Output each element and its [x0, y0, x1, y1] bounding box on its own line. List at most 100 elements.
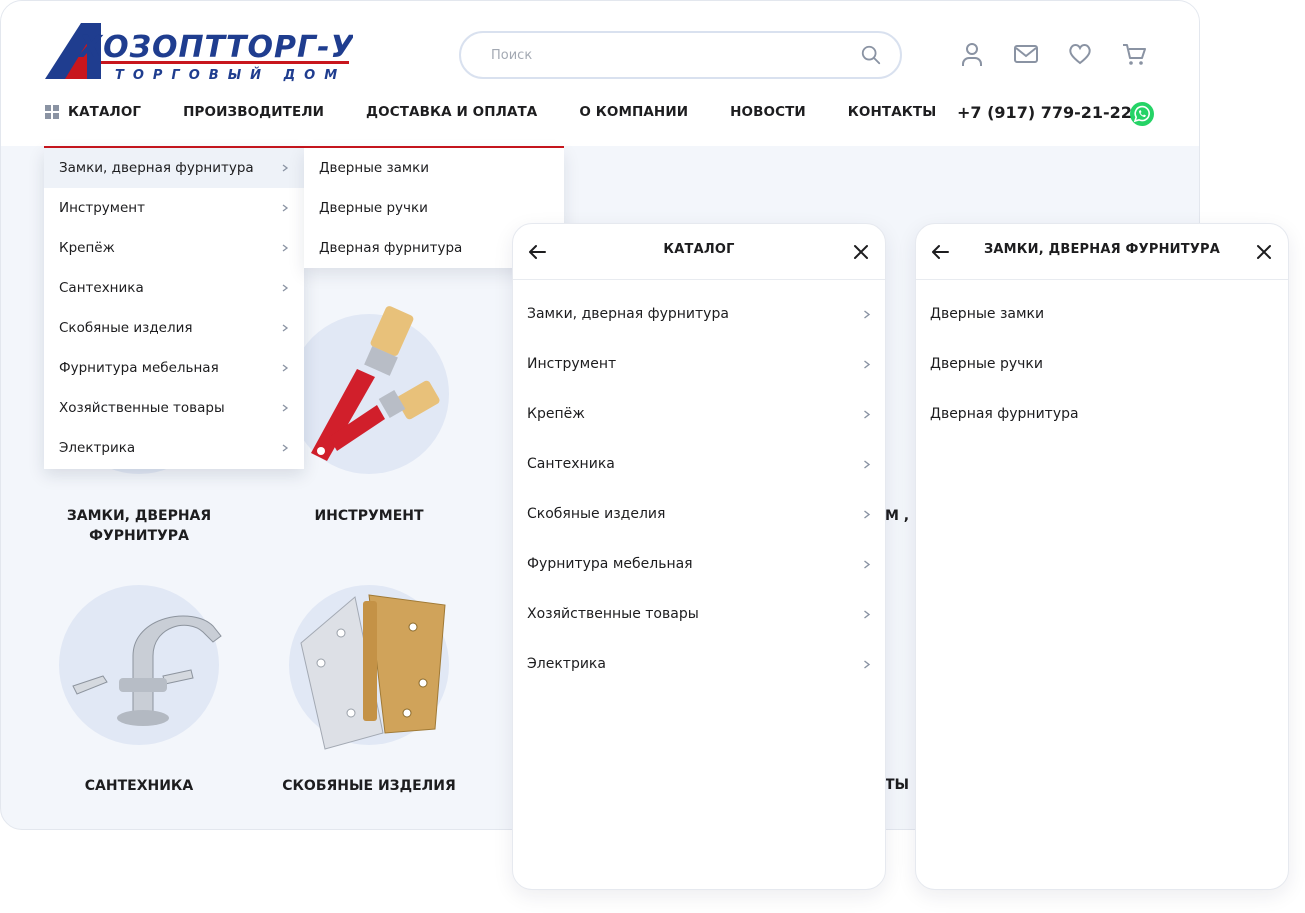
nav-label: КАТАЛОГ	[68, 104, 142, 120]
logo-image: ХОЗОПТТОРГ-УФА ТОРГОВЫЙ ДОМ	[45, 23, 353, 83]
panel-title: ЗАМКИ, ДВЕРНАЯ ФУРНИТУРА	[983, 242, 1221, 257]
panel-item-household[interactable]: Хозяйственные товары	[513, 589, 885, 639]
nav-item-contacts[interactable]: КОНТАКТЫ	[848, 104, 937, 120]
dropdown-item-hardware[interactable]: Скобяные изделия	[44, 308, 304, 348]
panel-sub-item[interactable]: Дверные ручки	[916, 339, 1288, 389]
search-input[interactable]	[491, 45, 851, 65]
panel-item-electrical[interactable]: Электрика	[513, 639, 885, 689]
panel-subcategory-list: Дверные замки Дверные ручки Дверная фурн…	[916, 289, 1288, 439]
category-label-tools[interactable]: ИНСТРУМЕНТ	[271, 506, 467, 526]
heart-icon[interactable]	[1067, 41, 1093, 67]
dropdown-item-label: Скобяные изделия	[59, 320, 193, 336]
chevron-right-icon	[282, 244, 289, 252]
panel-item-hardware[interactable]: Скобяные изделия	[513, 489, 885, 539]
category-label-partial: ТЫ	[885, 777, 910, 793]
dropdown-category-list: Замки, дверная фурнитура Инструмент Креп…	[44, 148, 304, 469]
dropdown-item-label: Сантехника	[59, 280, 144, 296]
dropdown-item-plumbing[interactable]: Сантехника	[44, 268, 304, 308]
main-nav: КАТАЛОГ ПРОИЗВОДИТЕЛИ ДОСТАВКА И ОПЛАТА …	[45, 104, 978, 120]
panel-item-label: Электрика	[527, 656, 606, 672]
chevron-right-icon	[864, 609, 871, 619]
panel-item-label: Хозяйственные товары	[527, 606, 699, 622]
panel-item-locks[interactable]: Замки, дверная фурнитура	[513, 289, 885, 339]
dropdown-item-label: Электрика	[59, 440, 136, 456]
panel-item-label: Скобяные изделия	[527, 506, 666, 522]
panel-item-plumbing[interactable]: Сантехника	[513, 439, 885, 489]
svg-text:ТОРГОВЫЙ ДОМ: ТОРГОВЫЙ ДОМ	[115, 67, 346, 83]
nav-item-news[interactable]: НОВОСТИ	[730, 104, 806, 120]
dropdown-item-electrical[interactable]: Электрика	[44, 428, 304, 468]
close-icon[interactable]	[1254, 242, 1274, 262]
dropdown-item-label: Крепёж	[59, 240, 115, 256]
dropdown-item-label: Фурнитура мебельная	[59, 360, 219, 376]
panel-item-label: Фурнитура мебельная	[527, 556, 693, 572]
dropdown-item-household[interactable]: Хозяйственные товары	[44, 388, 304, 428]
panel-header: ЗАМКИ, ДВЕРНАЯ ФУРНИТУРА	[916, 224, 1288, 280]
svg-text:ХОЗОПТТОРГ-УФА: ХОЗОПТТОРГ-УФА	[77, 30, 353, 65]
mobile-subcategory-panel: ЗАМКИ, ДВЕРНАЯ ФУРНИТУРА Дверные замки Д…	[915, 223, 1289, 890]
close-icon[interactable]	[851, 242, 871, 262]
site-header: ХОЗОПТТОРГ-УФА ТОРГОВЫЙ ДОМ	[1, 1, 1199, 146]
header-icons	[959, 41, 1147, 67]
mail-icon[interactable]	[1013, 41, 1039, 67]
panel-item-tools[interactable]: Инструмент	[513, 339, 885, 389]
dropdown-sub-item[interactable]: Дверные ручки	[304, 188, 564, 228]
nav-item-manufacturers[interactable]: ПРОИЗВОДИТЕЛИ	[183, 104, 324, 120]
dropdown-item-furniture[interactable]: Фурнитура мебельная	[44, 348, 304, 388]
hinge-image	[300, 594, 446, 750]
faucet-image	[72, 615, 222, 726]
logo[interactable]: ХОЗОПТТОРГ-УФА ТОРГОВЫЙ ДОМ	[43, 21, 353, 83]
mobile-catalog-panel: КАТАЛОГ Замки, дверная фурнитура Инструм…	[512, 223, 886, 890]
chevron-right-icon	[864, 309, 871, 319]
chevron-right-icon	[282, 404, 289, 412]
panel-item-fasteners[interactable]: Крепёж	[513, 389, 885, 439]
panel-item-label: Замки, дверная фурнитура	[527, 306, 729, 322]
category-label-line: ЗАМКИ, ДВЕРНАЯ	[66, 508, 212, 524]
chevron-right-icon	[864, 509, 871, 519]
chevron-right-icon	[282, 364, 289, 372]
chevron-right-icon	[864, 459, 871, 469]
nav-item-catalog[interactable]: КАТАЛОГ	[45, 104, 141, 120]
nav-item-about[interactable]: О КОМПАНИИ	[579, 104, 688, 120]
panel-sub-item[interactable]: Дверные замки	[916, 289, 1288, 339]
chevron-right-icon	[282, 164, 289, 172]
panel-sub-item[interactable]: Дверная фурнитура	[916, 389, 1288, 439]
chevron-right-icon	[282, 324, 289, 332]
chevron-right-icon	[864, 409, 871, 419]
panel-header: КАТАЛОГ	[513, 224, 885, 280]
chevron-right-icon	[864, 659, 871, 669]
search-bar	[459, 31, 902, 79]
chevron-right-icon	[864, 559, 871, 569]
category-label-locks[interactable]: ЗАМКИ, ДВЕРНАЯ ФУРНИТУРА	[41, 506, 237, 546]
user-icon[interactable]	[959, 41, 985, 67]
dropdown-item-label: Хозяйственные товары	[59, 400, 225, 416]
panel-item-label: Инструмент	[527, 356, 617, 372]
catalog-dropdown: Замки, дверная фурнитура Инструмент Креп…	[44, 146, 564, 469]
panel-category-list: Замки, дверная фурнитура Инструмент Креп…	[513, 289, 885, 689]
category-label-partial: М ,	[885, 508, 910, 524]
search-icon[interactable]	[860, 44, 882, 66]
paintbrush-image	[311, 306, 440, 461]
nav-item-delivery[interactable]: ДОСТАВКА И ОПЛАТА	[366, 104, 537, 120]
grid-icon	[45, 105, 59, 119]
panel-item-label: Сантехника	[527, 456, 615, 472]
chevron-right-icon	[282, 444, 289, 452]
chevron-right-icon	[282, 204, 289, 212]
chevron-right-icon	[864, 359, 871, 369]
whatsapp-icon[interactable]	[1129, 101, 1155, 127]
arrow-left-icon[interactable]	[527, 242, 547, 262]
dropdown-item-tools[interactable]: Инструмент	[44, 188, 304, 228]
dropdown-item-fasteners[interactable]: Крепёж	[44, 228, 304, 268]
dropdown-item-locks[interactable]: Замки, дверная фурнитура	[44, 148, 304, 188]
category-label-hardware[interactable]: СКОБЯНЫЕ ИЗДЕЛИЯ	[271, 776, 467, 796]
arrow-left-icon[interactable]	[930, 242, 950, 262]
cart-icon[interactable]	[1121, 41, 1147, 67]
phone-number[interactable]: +7 (917) 779-21-22	[957, 103, 1132, 122]
chevron-right-icon	[282, 284, 289, 292]
dropdown-item-label: Инструмент	[59, 200, 145, 216]
dropdown-sub-item[interactable]: Дверные замки	[304, 148, 564, 188]
dropdown-item-label: Замки, дверная фурнитура	[59, 160, 254, 176]
panel-item-furniture[interactable]: Фурнитура мебельная	[513, 539, 885, 589]
category-label-plumbing[interactable]: САНТЕХНИКА	[41, 776, 237, 796]
panel-title: КАТАЛОГ	[663, 242, 735, 257]
